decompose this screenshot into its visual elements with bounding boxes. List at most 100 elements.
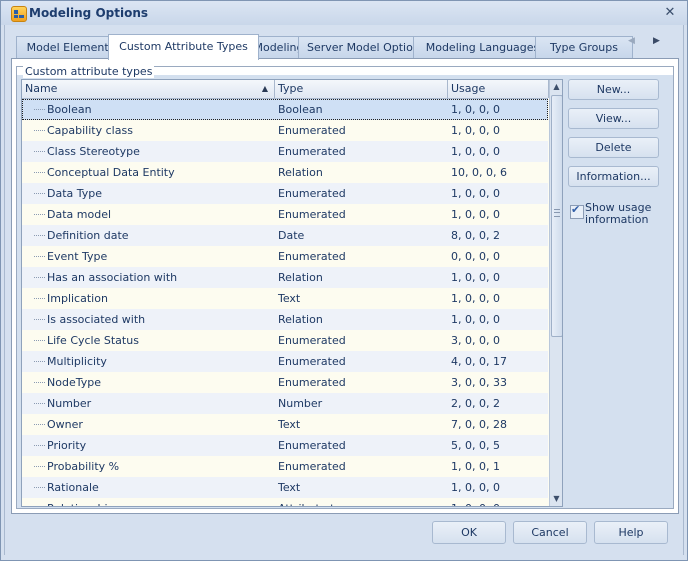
cell-usage: 3, 0, 0, 33 bbox=[451, 376, 507, 389]
tree-connector bbox=[34, 193, 45, 194]
cell-name: Data model bbox=[47, 208, 112, 221]
grip-icon bbox=[554, 209, 560, 217]
cell-type: Text bbox=[278, 481, 301, 494]
column-header-usage[interactable]: Usage information bbox=[448, 80, 549, 113]
cell-name: Definition date bbox=[47, 229, 129, 242]
cell-name: Owner bbox=[47, 418, 83, 431]
cell-usage: 1, 0, 0, 0 bbox=[451, 124, 500, 137]
tab-scroll-left-icon[interactable]: ◀ bbox=[628, 36, 635, 46]
tree-connector bbox=[34, 403, 45, 404]
grid-rows: Boolean Boolean 1, 0, 0, 0 Capability class… bbox=[22, 99, 548, 506]
table-row[interactable]: Number Number 2, 0, 0, 2 bbox=[22, 393, 548, 414]
table-row[interactable]: Implication Text 1, 0, 0, 0 bbox=[22, 288, 548, 309]
table-row[interactable]: Owner Text 7, 0, 0, 28 bbox=[22, 414, 548, 435]
cell-type: Enumerated bbox=[278, 334, 346, 347]
tree-connector bbox=[34, 277, 45, 278]
cell-usage: 1, 0, 0, 0 bbox=[451, 103, 500, 116]
grid-header: Name ▲ Type Usage information bbox=[22, 80, 549, 113]
scrollbar-thumb[interactable] bbox=[551, 95, 562, 337]
cell-type: Text bbox=[278, 418, 301, 431]
table-row[interactable]: Relationship Attribute type 1, 0, 0, 0 bbox=[22, 498, 548, 506]
group-label: Custom attribute types bbox=[23, 65, 155, 78]
column-header-name[interactable]: Name ▲ bbox=[22, 80, 275, 98]
table-row[interactable]: Capability class Enumerated 1, 0, 0, 0 bbox=[22, 120, 548, 141]
tree-connector bbox=[34, 361, 45, 362]
cell-name: Is associated with bbox=[47, 313, 146, 326]
cell-name: NodeType bbox=[47, 376, 101, 389]
delete-button[interactable]: Delete bbox=[568, 137, 659, 158]
cell-usage: 1, 0, 0, 0 bbox=[451, 208, 500, 221]
close-button[interactable]: ✕ bbox=[663, 6, 677, 20]
tree-connector bbox=[34, 214, 45, 215]
table-row[interactable]: Rationale Text 1, 0, 0, 0 bbox=[22, 477, 548, 498]
cell-name: Priority bbox=[47, 439, 87, 452]
cell-usage: 5, 0, 0, 5 bbox=[451, 439, 500, 452]
help-button[interactable]: Help bbox=[594, 521, 668, 544]
ok-button[interactable]: OK bbox=[432, 521, 506, 544]
cell-usage: 4, 0, 0, 17 bbox=[451, 355, 507, 368]
cell-type: Enumerated bbox=[278, 187, 346, 200]
show-usage-checkbox[interactable]: ✔ bbox=[570, 203, 584, 219]
table-row[interactable]: Definition date Date 8, 0, 0, 2 bbox=[22, 225, 548, 246]
cell-usage: 2, 0, 0, 2 bbox=[451, 397, 500, 410]
cell-name: Conceptual Data Entity bbox=[47, 166, 175, 179]
cell-name: Implication bbox=[47, 292, 108, 305]
cell-usage: 1, 0, 0, 0 bbox=[451, 292, 500, 305]
tab-server-model-options[interactable]: Server Model Options bbox=[298, 36, 430, 59]
check-icon: ✔ bbox=[571, 203, 581, 216]
tab-modeling-languages[interactable]: Modeling Languages bbox=[413, 36, 552, 59]
cell-type: Enumerated bbox=[278, 355, 346, 368]
table-row[interactable]: Is associated with Relation 1, 0, 0, 0 bbox=[22, 309, 548, 330]
cell-usage: 1, 0, 0, 0 bbox=[451, 271, 500, 284]
table-row[interactable]: Data Type Enumerated 1, 0, 0, 0 bbox=[22, 183, 548, 204]
table-row[interactable]: Priority Enumerated 5, 0, 0, 5 bbox=[22, 435, 548, 456]
table-row[interactable]: Multiplicity Enumerated 4, 0, 0, 17 bbox=[22, 351, 548, 372]
scroll-up-icon[interactable]: ▲ bbox=[550, 80, 562, 94]
show-usage-label[interactable]: Show usage information bbox=[585, 202, 665, 226]
cell-name: Capability class bbox=[47, 124, 133, 137]
tree-connector bbox=[34, 445, 45, 446]
table-row[interactable]: Probability % Enumerated 1, 0, 0, 1 bbox=[22, 456, 548, 477]
tab-custom-attribute-types[interactable]: Custom Attribute Types bbox=[108, 34, 259, 60]
cell-type: Boolean bbox=[278, 103, 323, 116]
table-row[interactable]: NodeType Enumerated 3, 0, 0, 33 bbox=[22, 372, 548, 393]
table-row[interactable]: Boolean Boolean 1, 0, 0, 0 bbox=[22, 99, 548, 120]
cell-name: Event Type bbox=[47, 250, 108, 263]
table-row[interactable]: Class Stereotype Enumerated 1, 0, 0, 0 bbox=[22, 141, 548, 162]
table-row[interactable]: Life Cycle Status Enumerated 3, 0, 0, 0 bbox=[22, 330, 548, 351]
tree-connector bbox=[34, 487, 45, 488]
cell-usage: 1, 0, 0, 1 bbox=[451, 460, 500, 473]
view-button[interactable]: View... bbox=[568, 108, 659, 129]
cell-type: Relation bbox=[278, 271, 323, 284]
tab-type-groups[interactable]: Type Groups bbox=[535, 36, 633, 59]
cancel-button[interactable]: Cancel bbox=[513, 521, 587, 544]
cell-type: Date bbox=[278, 229, 305, 242]
table-row[interactable]: Conceptual Data Entity Relation 10, 0, 0, … bbox=[22, 162, 548, 183]
tab-page-custom-attribute-types: Custom attribute types Name ▲ Type Usage… bbox=[11, 58, 679, 514]
cell-usage: 1, 0, 0, 0 bbox=[451, 481, 500, 494]
column-header-type[interactable]: Type bbox=[275, 80, 448, 98]
cell-name: Number bbox=[47, 397, 92, 410]
cell-name: Class Stereotype bbox=[47, 145, 140, 158]
table-row[interactable]: Data model Enumerated 1, 0, 0, 0 bbox=[22, 204, 548, 225]
cell-name: Rationale bbox=[47, 481, 99, 494]
cell-usage: 1, 0, 0, 0 bbox=[451, 313, 500, 326]
cell-type: Enumerated bbox=[278, 124, 346, 137]
tab-scroll-right-icon[interactable]: ▶ bbox=[653, 36, 660, 46]
vertical-scrollbar[interactable]: ▲ ▼ bbox=[549, 80, 562, 506]
information-button[interactable]: Information... bbox=[568, 166, 659, 187]
cell-usage: 3, 0, 0, 0 bbox=[451, 334, 500, 347]
scroll-down-icon[interactable]: ▼ bbox=[550, 492, 562, 506]
close-icon: ✕ bbox=[664, 5, 676, 20]
attribute-types-grid: Name ▲ Type Usage information BooleanBoo… bbox=[21, 79, 563, 507]
tree-connector bbox=[34, 130, 45, 131]
table-row[interactable]: Has an association with Relation 1, 0, 0, … bbox=[22, 267, 548, 288]
cell-type: Enumerated bbox=[278, 439, 346, 452]
cell-usage: 8, 0, 0, 2 bbox=[451, 229, 500, 242]
cell-type: Attribute type bbox=[278, 498, 355, 506]
table-row[interactable]: Event Type Enumerated 0, 0, 0, 0 bbox=[22, 246, 548, 267]
new-button[interactable]: New... bbox=[568, 79, 659, 100]
tree-connector bbox=[34, 235, 45, 236]
cell-usage: 0, 0, 0, 0 bbox=[451, 250, 500, 263]
cell-name: Data Type bbox=[47, 187, 103, 200]
